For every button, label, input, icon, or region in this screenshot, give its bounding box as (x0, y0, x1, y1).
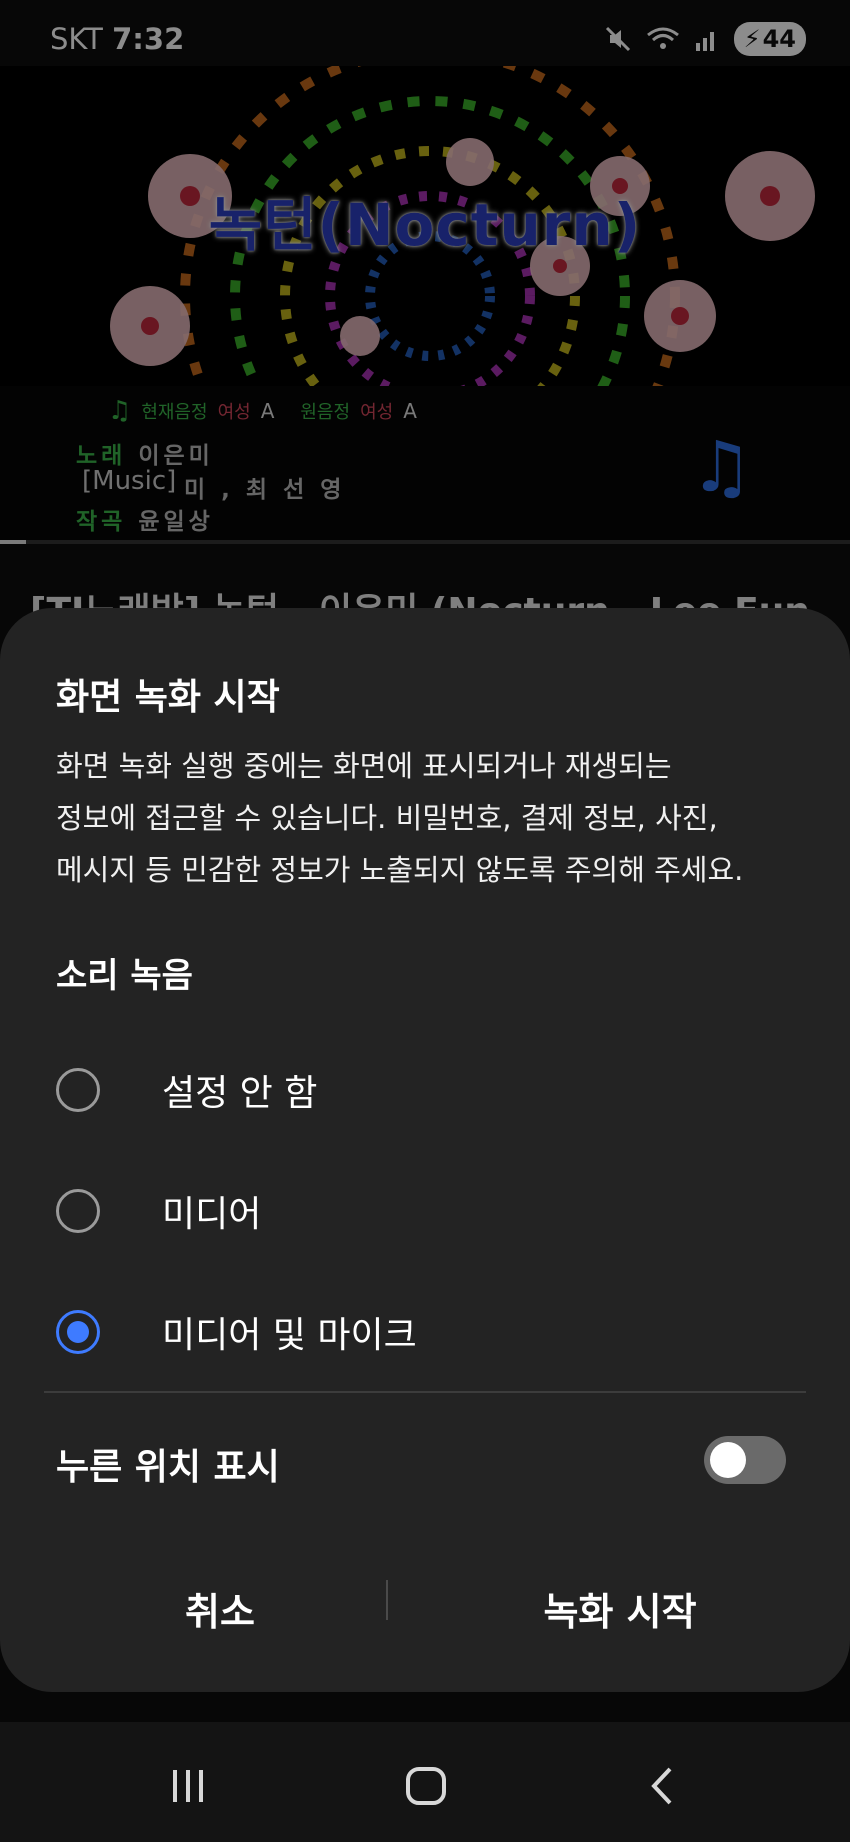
start-recording-button[interactable]: 녹화 시작 (420, 1568, 820, 1648)
option-media-and-mic[interactable]: 미디어 및 마이크 (56, 1306, 417, 1358)
show-touches-toggle[interactable] (704, 1436, 786, 1484)
sound-section-title: 소리 녹음 (56, 956, 193, 996)
navigation-bar (0, 1722, 850, 1842)
radio-button[interactable] (56, 1068, 100, 1112)
dialog-description: 화면 녹화 실행 중에는 화면에 표시되거나 재생되는 정보에 접근할 수 있습… (56, 740, 816, 896)
show-touches-label: 누른 위치 표시 (56, 1447, 280, 1488)
description-line: 메시지 등 민감한 정보가 노출되지 않도록 주의해 주세요. (56, 853, 744, 887)
back-icon[interactable] (648, 1766, 678, 1806)
dialog-title: 화면 녹화 시작 (56, 677, 280, 718)
radio-button[interactable] (56, 1189, 100, 1233)
button-separator (386, 1580, 388, 1620)
radio-button-selected[interactable] (56, 1310, 100, 1354)
option-label: 미디어 (162, 1194, 262, 1235)
recent-apps-icon[interactable] (168, 1766, 208, 1806)
cancel-button[interactable]: 취소 (30, 1568, 410, 1648)
divider (44, 1391, 806, 1393)
home-icon[interactable] (404, 1766, 448, 1806)
toggle-knob (710, 1442, 746, 1478)
option-label: 미디어 및 마이크 (162, 1315, 417, 1356)
screen-record-dialog: 화면 녹화 시작 화면 녹화 실행 중에는 화면에 표시되거나 재생되는 정보에… (0, 608, 850, 1692)
description-line: 화면 녹화 실행 중에는 화면에 표시되거나 재생되는 (56, 749, 672, 783)
option-media[interactable]: 미디어 (56, 1185, 261, 1237)
option-none[interactable]: 설정 안 함 (56, 1064, 317, 1116)
description-line: 정보에 접근할 수 있습니다. 비밀번호, 결제 정보, 사진, (56, 801, 718, 835)
option-label: 설정 안 함 (162, 1073, 318, 1114)
